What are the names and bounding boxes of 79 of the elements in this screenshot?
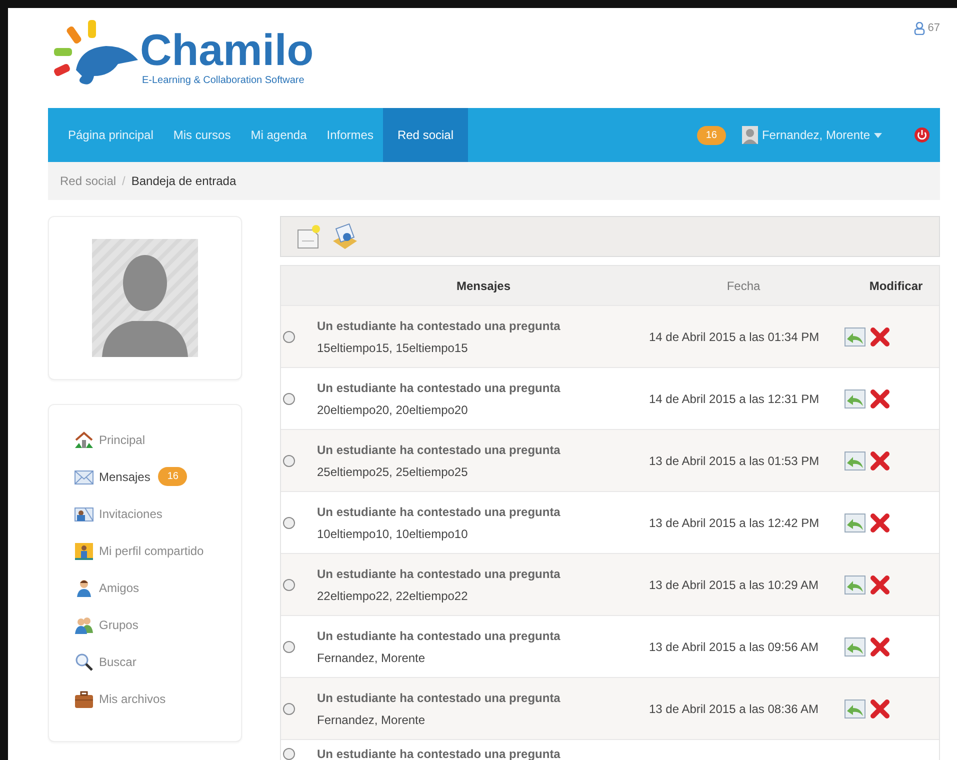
column-header: Fecha — [726, 278, 762, 294]
sidebar-item[interactable]: Mi perfil compartido — [73, 532, 217, 569]
message-subject[interactable]: Un estudiante ha contestado una pregunta — [317, 564, 649, 582]
message-sender: 25eltiempo25, 25eltiempo25 — [317, 464, 469, 480]
delete-icon[interactable] — [870, 326, 890, 346]
message-date: 13 de Abril 2015 a las 09:56 AM — [649, 638, 820, 656]
row-radio[interactable] — [283, 640, 295, 652]
power-icon[interactable] — [914, 127, 930, 143]
sidebar-item[interactable]: Amigos — [73, 569, 217, 606]
logo-subtitle: E-Learning & Collaboration Software — [142, 74, 306, 88]
message-sender: 22eltiempo22, 22eltiempo22 — [317, 588, 469, 604]
avatar-icon — [742, 126, 758, 144]
row-radio[interactable] — [283, 516, 295, 528]
nav-tab[interactable]: Mi agenda — [240, 108, 317, 162]
reply-icon[interactable] — [844, 450, 866, 470]
nav-tab[interactable]: Red social — [383, 108, 468, 162]
message-subject[interactable]: Un estudiante ha contestado una pregunta — [317, 626, 649, 644]
sidebar-item[interactable]: Buscar — [73, 643, 217, 680]
user-icon — [914, 22, 925, 35]
message-sender: Fernandez, Morente — [317, 650, 426, 666]
row-radio[interactable] — [283, 578, 295, 590]
message-date: 13 de Abril 2015 a las 10:29 AM — [649, 576, 820, 594]
delete-icon[interactable] — [870, 698, 890, 718]
logo-title: Chamilo — [140, 29, 314, 73]
reply-icon[interactable] — [844, 574, 866, 594]
row-radio[interactable] — [283, 454, 295, 466]
message-subject[interactable]: Un estudiante ha contestado una pregunta — [317, 378, 649, 396]
nav-tab[interactable]: Informes — [316, 108, 384, 162]
message-date: 13 de Abril 2015 a las 12:42 PM — [649, 514, 820, 532]
delete-icon[interactable] — [870, 388, 890, 408]
row-radio[interactable] — [283, 702, 295, 714]
nav-tab[interactable]: Página principal — [58, 108, 164, 162]
message-subject[interactable]: Un estudiante ha contestado una pregunta — [317, 316, 649, 334]
reply-icon[interactable] — [844, 698, 866, 718]
reply-icon[interactable] — [844, 326, 866, 346]
message-sender: 15eltiempo15, 15eltiempo15 — [317, 340, 469, 356]
delete-icon[interactable] — [870, 636, 890, 656]
online-count: 67 — [928, 21, 940, 36]
delete-icon[interactable] — [870, 512, 890, 532]
delete-icon[interactable] — [870, 450, 890, 470]
message-subject[interactable]: Un estudiante ha contestado una pregunta — [317, 688, 649, 706]
compose-icon[interactable] — [295, 224, 321, 250]
message-sender: 20eltiempo20, 20eltiempo20 — [317, 402, 469, 418]
row-radio[interactable] — [283, 392, 295, 404]
sidebar-item[interactable]: Mis archivos — [73, 680, 217, 717]
reply-icon[interactable] — [844, 388, 866, 408]
count-badge: 16 — [158, 467, 188, 486]
sidebar-item[interactable]: Grupos — [73, 606, 217, 643]
message-subject[interactable]: Un estudiante ha contestado una pregunta — [317, 440, 649, 458]
reply-icon[interactable] — [844, 512, 866, 532]
message-date: 13 de Abril 2015 a las 08:36 AM — [649, 700, 820, 718]
search-icon — [73, 652, 95, 672]
message-date: 14 de Abril 2015 a las 01:34 PM — [649, 328, 820, 346]
message-date: 13 de Abril 2015 a las 01:53 PM — [649, 452, 820, 470]
briefcase-icon — [73, 688, 95, 708]
sidebar-item[interactable]: Mensajes 16 — [73, 458, 217, 495]
message-sender: 10eltiempo10, 10eltiempo10 — [317, 526, 469, 542]
reply-icon[interactable] — [844, 636, 866, 656]
row-radio[interactable] — [283, 748, 295, 760]
inbox-icon[interactable] — [331, 222, 359, 250]
message-date: 14 de Abril 2015 a las 12:31 PM — [649, 390, 820, 408]
home-icon — [73, 430, 95, 450]
nav-tab[interactable]: Mis cursos — [163, 108, 241, 162]
column-header: Mensajes — [455, 278, 512, 294]
notification-badge[interactable]: 16 — [696, 126, 726, 144]
breadcrumb-link[interactable]: Red social — [60, 172, 116, 190]
sidebar-item[interactable]: Principal — [73, 421, 217, 458]
message-subject[interactable]: Un estudiante ha contestado una pregunta — [317, 502, 649, 520]
group-icon — [73, 614, 95, 634]
caret-icon — [874, 132, 882, 138]
breadcrumb-current: Bandeja de entrada — [131, 173, 236, 190]
sidebar-item[interactable]: Invitaciones — [73, 495, 217, 532]
message-sender: Fernandez, Morente — [317, 712, 426, 728]
row-radio[interactable] — [283, 330, 295, 342]
profile-icon — [73, 540, 95, 560]
breadcrumb-separator: / — [122, 173, 126, 190]
column-header: Modificar — [868, 278, 924, 294]
user-menu[interactable]: Fernandez, Morente — [742, 126, 882, 144]
delete-icon[interactable] — [870, 574, 890, 594]
